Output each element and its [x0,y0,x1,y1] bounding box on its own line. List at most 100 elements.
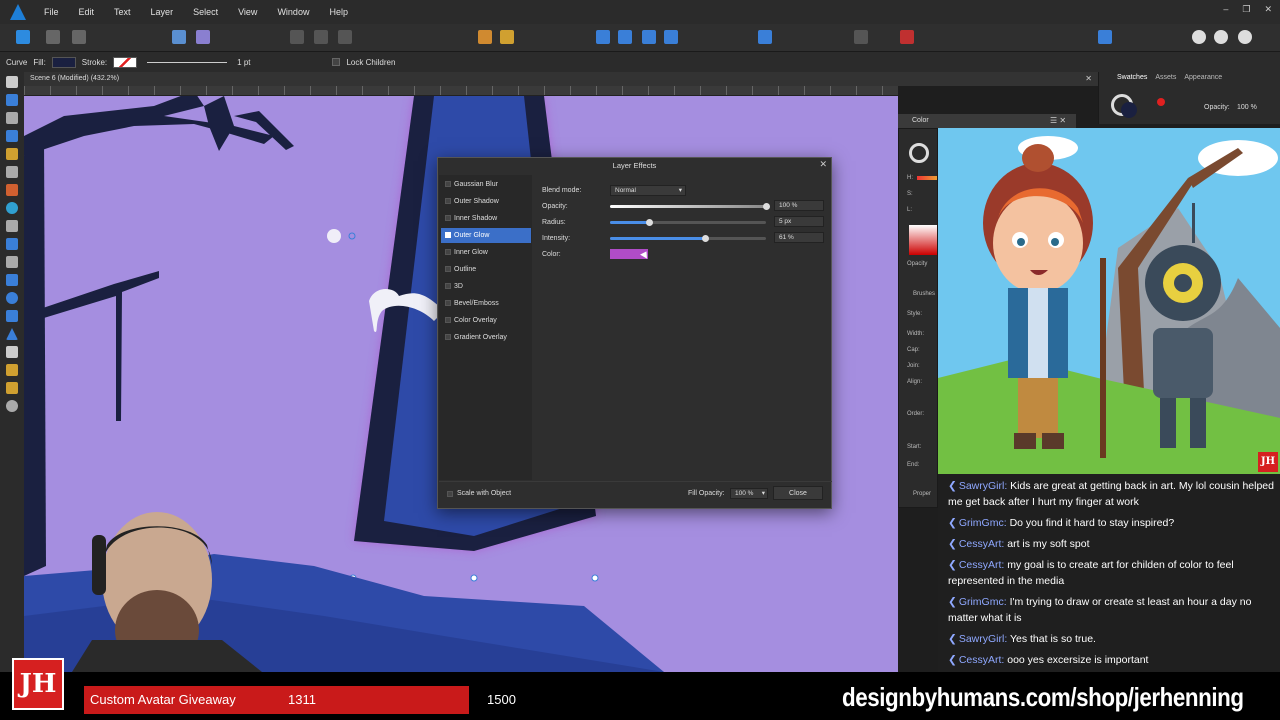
effect-checkbox[interactable] [445,266,451,272]
hue-slider[interactable] [917,176,937,180]
guides-icon[interactable] [338,30,352,44]
menu-text[interactable]: Text [104,7,141,17]
assistant-icon[interactable] [172,30,186,44]
fill-tool-icon[interactable] [6,202,18,214]
corner-tool-icon[interactable] [6,130,18,142]
fill-swatch[interactable] [51,56,76,68]
group-icon[interactable] [1098,30,1112,44]
close-document-icon[interactable]: ✕ [1085,72,1092,86]
effect-checkbox[interactable] [445,283,451,289]
effect-checkbox[interactable] [445,215,451,221]
intensity-slider-knob[interactable] [702,235,710,242]
menu-edit[interactable]: Edit [69,7,105,17]
place-image-icon[interactable] [6,238,18,250]
rounded-rect-tool-icon[interactable] [6,310,18,322]
snapping-icon[interactable] [196,30,210,44]
effect-checkbox[interactable] [445,249,451,255]
effect-checkbox[interactable] [445,181,451,187]
radius-slider-knob[interactable] [646,219,653,226]
color-panel-menu-icon[interactable]: ☰ ✕ [1050,116,1066,125]
effect-inner-glow[interactable]: Inner Glow [441,245,531,260]
flip-horizontal-icon[interactable] [596,30,610,44]
properties-button[interactable]: Proper [913,491,931,497]
blend-mode-select[interactable]: Normal ▾ [610,185,686,196]
radius-input[interactable]: 5 px [774,216,824,227]
zoom-tool-icon[interactable] [6,400,18,412]
effect-inner-shadow[interactable]: Inner Shadow [441,211,531,226]
effect-gradient-overlay[interactable]: Gradient Overlay [441,330,531,345]
eyedropper-tool-icon[interactable] [6,364,18,376]
opacity-slider-knob[interactable] [763,203,770,210]
pencil-tool-icon[interactable] [6,166,18,178]
move-tool-icon[interactable] [6,76,18,88]
cloud-icon[interactable] [1214,30,1228,44]
intensity-slider[interactable] [610,235,766,242]
minimize-icon[interactable]: – [1223,4,1228,15]
pen-tool-icon[interactable] [6,148,18,160]
menu-select[interactable]: Select [183,7,228,17]
checkmark-icon[interactable] [445,232,451,238]
hand-tool-icon[interactable] [6,382,18,394]
menu-window[interactable]: Window [267,7,319,17]
tab-assets[interactable]: Assets [1155,74,1176,81]
align-icon[interactable] [758,30,772,44]
share-icon[interactable] [1192,30,1206,44]
document-tab[interactable]: Scene 6 (Modified) (432.2%) ✕ [24,72,1098,86]
designer-persona-icon[interactable] [16,30,30,44]
boolean-add-icon[interactable] [854,30,868,44]
effect-gaussian-blur[interactable]: Gaussian Blur [441,177,531,192]
pixel-persona-icon[interactable] [46,30,60,44]
menu-view[interactable]: View [228,7,267,17]
fill-opacity-input[interactable]: 100 % ▾ [730,488,768,499]
opacity-input[interactable]: 100 % [774,200,824,211]
menu-file[interactable]: File [34,7,69,17]
scale-with-object-checkbox[interactable] [447,491,453,497]
transform-icon[interactable] [290,30,304,44]
geometry-icon[interactable] [900,30,914,44]
node-tool-icon[interactable] [6,112,18,124]
menu-layer[interactable]: Layer [141,7,184,17]
effect-outer-shadow[interactable]: Outer Shadow [441,194,531,209]
stroke-width-line[interactable] [147,61,228,63]
opacity-slider[interactable] [610,203,770,210]
triangle-tool-icon[interactable] [6,328,18,340]
radius-slider[interactable] [610,219,766,226]
artboard-tool-icon[interactable] [6,94,18,106]
effect-checkbox[interactable] [445,334,451,340]
effect-outline[interactable]: Outline [441,262,531,277]
effect-3d[interactable]: 3D [441,279,531,294]
restore-icon[interactable]: ❐ [1242,4,1250,15]
color-well-icon[interactable] [909,143,929,163]
rectangle-tool-icon[interactable] [6,274,18,286]
effect-checkbox[interactable] [445,300,451,306]
effect-bevel-emboss[interactable]: Bevel/Emboss [441,296,531,311]
lock-children-checkbox[interactable] [332,58,341,66]
transparency-tool-icon[interactable] [6,220,18,232]
rotate-left-icon[interactable] [642,30,656,44]
brushes-tab[interactable]: Brushes [913,291,935,297]
close-button[interactable]: Close [773,486,823,500]
text-tool-icon[interactable] [6,346,18,358]
dialog-close-icon[interactable]: ✕ [819,159,827,170]
rotate-right-icon[interactable] [664,30,678,44]
effect-checkbox[interactable] [445,317,451,323]
tab-appearance[interactable]: Appearance [1184,74,1222,81]
effect-color-overlay[interactable]: Color Overlay [441,313,531,328]
no-color-icon[interactable] [1157,98,1165,106]
grid-icon[interactable] [314,30,328,44]
flip-vertical-icon[interactable] [618,30,632,44]
help-icon[interactable] [1238,30,1252,44]
export-persona-icon[interactable] [72,30,86,44]
brush-tool-icon[interactable] [6,184,18,196]
stroke-swatch[interactable] [113,56,138,68]
close-window-icon[interactable]: ✕ [1264,4,1272,15]
ellipse-tool-icon[interactable] [6,292,18,304]
arrange-front-icon[interactable] [478,30,492,44]
fill-color-well-icon[interactable] [1121,102,1137,118]
tab-swatches[interactable]: Swatches [1117,74,1147,81]
panel-opacity-value[interactable]: 100 % [1237,104,1257,111]
color-picker-square[interactable] [909,225,937,255]
stroke-width-value[interactable]: 1 pt [237,58,250,67]
crop-tool-icon[interactable] [6,256,18,268]
intensity-input[interactable]: 61 % [774,232,824,243]
